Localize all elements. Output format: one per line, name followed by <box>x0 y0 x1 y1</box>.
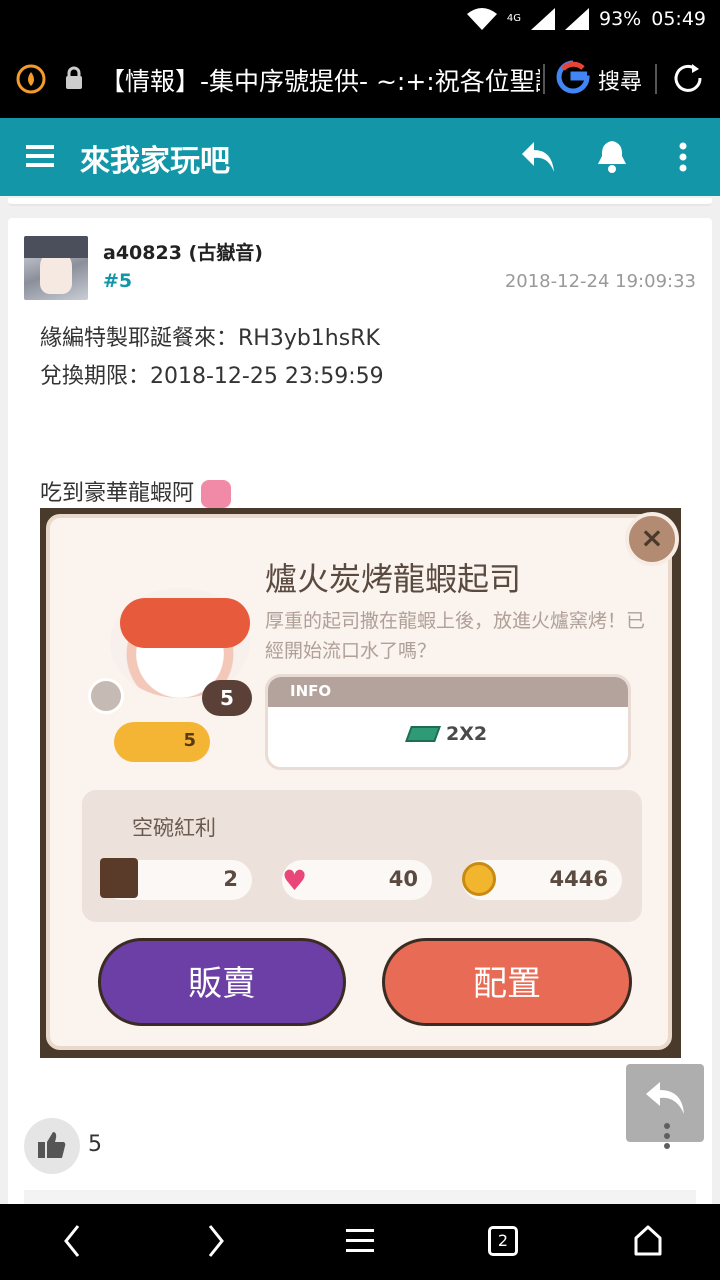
post-timestamp: 2018-12-24 19:09:33 <box>504 271 696 292</box>
zoom-icon <box>88 678 124 714</box>
like-button[interactable] <box>24 1118 80 1174</box>
brownie-icon <box>100 858 138 898</box>
post-text-line: 兌換期限：2018-12-25 23:59:59 <box>40 364 384 389</box>
previous-card-edge <box>8 198 712 206</box>
menu-icon[interactable] <box>346 1228 374 1254</box>
place-button: 配置 <box>382 938 632 1026</box>
signal-icon-2 <box>565 8 589 30</box>
page-title: 來我家玩吧 <box>80 144 230 179</box>
browser-logo-icon[interactable] <box>16 64 46 94</box>
level-badge: 5 <box>202 680 252 716</box>
tile-icon <box>405 726 441 742</box>
url-text[interactable]: 【情報】-集中序號提供- ~:+:祝各位聖誕 <box>100 62 540 98</box>
floor-number[interactable]: #5 <box>103 270 132 292</box>
like-count: 5 <box>88 1132 102 1157</box>
divider <box>543 64 545 94</box>
game-item-panel: 5 5 爐火炭烤龍蝦起司 厚重的起司撒在龍蝦上後，放進火爐窯烤！已經開始流口水了… <box>46 514 672 1050</box>
bonus-item-coin: 4446 <box>462 860 622 900</box>
empty-bowl-bonus: 空碗紅利 2 ♥ 40 4446 <box>82 790 642 922</box>
more-vert-icon[interactable] <box>678 142 688 172</box>
avatar[interactable] <box>24 236 88 300</box>
coin-icon <box>462 862 496 896</box>
signal-icon <box>531 8 555 30</box>
info-label: INFO <box>268 677 628 707</box>
tabs-button[interactable]: 2 <box>488 1226 518 1256</box>
bonus-title: 空碗紅利 <box>132 816 216 840</box>
emoji-icon <box>201 480 232 508</box>
google-icon[interactable] <box>556 60 590 94</box>
size-text: 2X2 <box>446 723 488 745</box>
refresh-icon[interactable] <box>672 62 704 94</box>
post-text-line: 緣編特製耶誕餐來：RH3yb1hsRK <box>40 326 380 351</box>
post-text: 吃到豪華龍蝦阿 <box>40 481 195 506</box>
bell-icon[interactable] <box>596 138 628 174</box>
bonus-item-heart: ♥ 40 <box>282 860 432 900</box>
app-bar: 來我家玩吧 <box>0 118 720 196</box>
status-bar: 4G 93% 05:49 <box>0 0 720 40</box>
username[interactable]: a40823 (古嶽音) <box>103 238 263 265</box>
bonus-item-brownie: 2 <box>100 858 252 900</box>
close-icon: × <box>625 512 679 566</box>
home-icon[interactable] <box>632 1224 664 1258</box>
network-icon: 4G <box>506 13 521 24</box>
post-text-line-with-emoji: 吃到豪華龍蝦阿 <box>40 475 232 508</box>
dish-title: 爐火炭烤龍蝦起司 <box>265 560 522 598</box>
lock-icon <box>66 66 82 89</box>
menu-icon[interactable] <box>26 142 54 170</box>
bonus-value: 2 <box>223 867 238 891</box>
reply-icon[interactable] <box>520 140 556 174</box>
heart-icon: ♥ <box>282 864 308 897</box>
more-vert-icon <box>664 1123 670 1149</box>
bottom-nav: 2 <box>0 1204 720 1280</box>
forward-icon[interactable] <box>206 1224 226 1258</box>
divider <box>655 64 657 94</box>
thumbs-up-icon <box>38 1132 66 1158</box>
battery-percent: 93% <box>599 8 642 30</box>
size-value: 2X2 <box>405 723 488 745</box>
back-icon[interactable] <box>62 1224 82 1258</box>
post-image[interactable]: 5 5 爐火炭烤龍蝦起司 厚重的起司撒在龍蝦上後，放進火爐窯烤！已經開始流口水了… <box>40 508 681 1058</box>
lobster-image <box>120 598 250 648</box>
info-box: INFO 2X2 <box>265 674 631 770</box>
bonus-value: 40 <box>388 867 418 891</box>
wifi-icon <box>466 8 497 30</box>
chef-count-badge: 5 <box>114 722 210 762</box>
dish-description: 厚重的起司撒在龍蝦上後，放進火爐窯烤！已經開始流口水了嗎？ <box>265 610 646 662</box>
search-button[interactable]: 搜尋 <box>598 64 642 96</box>
browser-toolbar: 【情報】-集中序號提供- ~:+:祝各位聖誕 搜尋 <box>0 40 720 118</box>
floating-reply-button[interactable] <box>626 1064 704 1149</box>
bonus-value: 4446 <box>549 867 608 891</box>
sell-button: 販賣 <box>98 938 346 1026</box>
reply-icon <box>646 1082 684 1114</box>
clock: 05:49 <box>651 8 706 30</box>
